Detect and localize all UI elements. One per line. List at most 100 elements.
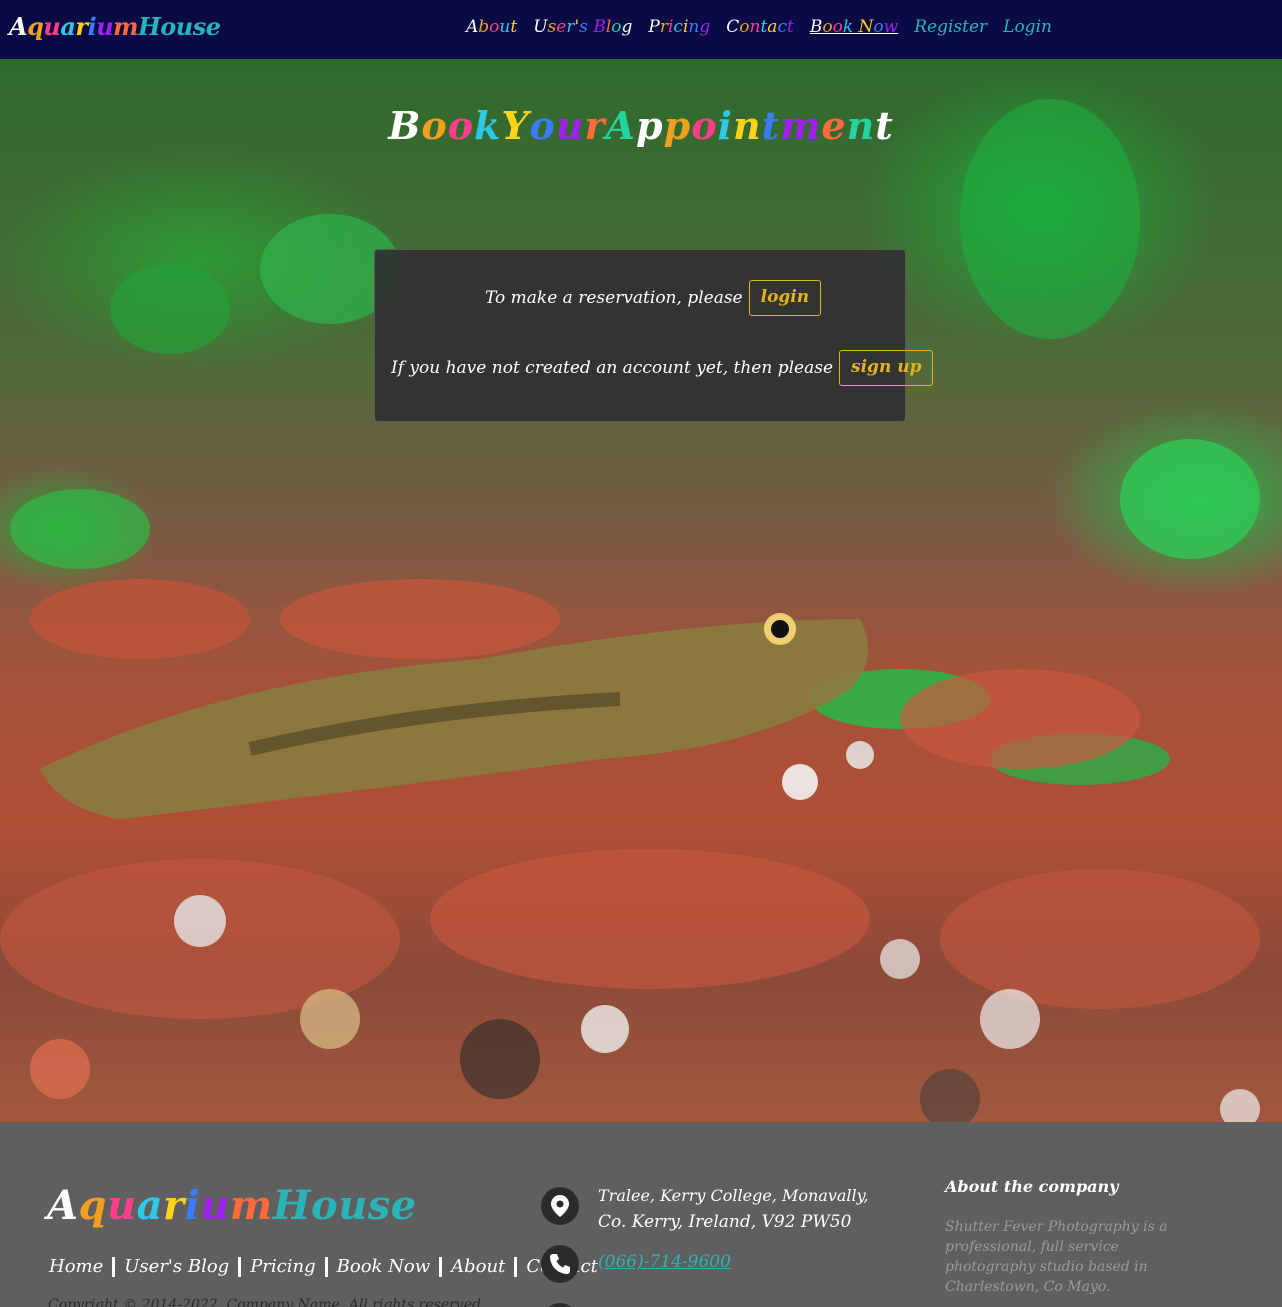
rainbow-letter: m: [780, 103, 822, 148]
brand-logo[interactable]: AquariumHouse: [9, 12, 221, 41]
footer-brand-part2: House: [272, 1182, 417, 1229]
footer-brand-part1: Aquarium: [47, 1182, 273, 1229]
location-pin-icon: [541, 1187, 579, 1225]
address-line2: Co. Kerry, Ireland, V92 PW50: [598, 1212, 852, 1232]
rainbow-letter: B: [388, 103, 422, 148]
rainbow-letter: n: [846, 103, 876, 148]
rainbow-letter: P: [648, 17, 660, 37]
rainbow-letter: g: [699, 17, 711, 37]
rainbow-letter: N: [858, 17, 874, 37]
rainbow-letter: e: [556, 17, 567, 37]
envelope-icon: [541, 1303, 579, 1307]
rainbow-letter: m: [229, 1182, 273, 1229]
rainbow-letter: t: [786, 17, 794, 37]
footer-brand-logo: AquariumHouse: [47, 1182, 417, 1229]
rainbow-letter: n: [732, 103, 762, 148]
rainbow-letter: p: [663, 103, 692, 148]
rainbow-letter: k: [842, 17, 854, 37]
rainbow-letter: o: [739, 17, 750, 37]
footer-separator: [238, 1256, 242, 1277]
rainbow-letter: e: [821, 103, 847, 148]
rainbow-letter: r: [163, 1182, 185, 1229]
hero-background-image: Book Your Appointment To make a reservat…: [0, 59, 1282, 1122]
rainbow-letter: w: [883, 17, 899, 37]
rainbow-letter: o: [529, 103, 556, 148]
footer-links: Home User's Blog Pricing Book Now About …: [49, 1256, 598, 1277]
nav-link-users-blog[interactable]: User's Blog: [533, 17, 632, 37]
phone-number[interactable]: (066)-714-9600: [598, 1252, 731, 1272]
rainbow-letter: A: [9, 12, 28, 41]
rainbow-letter: U: [533, 17, 548, 37]
copyright-text: Copyright © 2014-2022, Company Name. All…: [48, 1297, 486, 1307]
rainbow-letter: c: [673, 17, 683, 37]
rainbow-letter: m: [113, 12, 139, 41]
rainbow-letter: b: [478, 17, 490, 37]
nav-links: About User's Blog Pricing Contact Book N…: [466, 17, 1052, 37]
rainbow-letter: o: [421, 103, 448, 148]
nav-link-about[interactable]: About: [466, 17, 517, 37]
rainbow-letter: i: [717, 103, 733, 148]
about-heading: About the company: [945, 1177, 1119, 1196]
rainbow-letter: s: [547, 17, 557, 37]
rainbow-letter: o: [873, 17, 884, 37]
rainbow-letter: p: [636, 103, 664, 148]
footer-link-users-blog[interactable]: User's Blog: [124, 1256, 229, 1277]
footer-link-pricing[interactable]: Pricing: [250, 1256, 315, 1277]
rainbow-letter: o: [489, 17, 500, 37]
rainbow-letter: a: [136, 1182, 164, 1229]
footer-separator: [324, 1256, 328, 1277]
address: Tralee, Kerry College, Monavally, Co. Ke…: [598, 1183, 869, 1235]
brand-logo-part2: House: [138, 12, 221, 41]
signup-prompt: If you have not created an account yet, …: [391, 358, 834, 378]
rainbow-letter: n: [749, 17, 761, 37]
brand-logo-part1: Aquarium: [9, 12, 139, 41]
footer-separator: [112, 1256, 116, 1277]
rainbow-letter: i: [87, 12, 97, 41]
footer-separator: [514, 1256, 518, 1277]
page-title: Book Your Appointment: [0, 103, 1282, 148]
nav-link-pricing[interactable]: Pricing: [648, 17, 710, 37]
rainbow-letter: n: [688, 17, 700, 37]
rainbow-letter: A: [466, 17, 479, 37]
about-text: Shutter Fever Photography is a professio…: [945, 1219, 1168, 1295]
top-navbar: AquariumHouse About User's Blog Pricing …: [0, 0, 1282, 59]
phone-icon: [541, 1245, 579, 1283]
nav-link-register[interactable]: Register: [914, 17, 987, 37]
rainbow-letter: u: [200, 1182, 230, 1229]
rainbow-letter: a: [60, 12, 76, 41]
address-line1: Tralee, Kerry College, Monavally,: [598, 1186, 869, 1205]
nav-link-book-now[interactable]: Book Now: [810, 17, 898, 37]
footer-link-book-now[interactable]: Book Now: [337, 1256, 431, 1277]
rainbow-letter: u: [43, 12, 61, 41]
rainbow-letter: a: [767, 17, 778, 37]
login-prompt: To make a reservation, please: [485, 288, 743, 308]
rainbow-letter: u: [555, 103, 585, 148]
rainbow-letter: o: [611, 17, 622, 37]
rainbow-letter: q: [78, 1182, 108, 1229]
footer-link-about[interactable]: About: [451, 1256, 505, 1277]
rainbow-letter: t: [875, 103, 894, 148]
rainbow-letter: r: [659, 17, 668, 37]
rainbow-letter: u: [499, 17, 511, 37]
nav-link-contact[interactable]: Contact: [726, 17, 794, 37]
rainbow-letter: o: [691, 103, 718, 148]
rainbow-letter: t: [761, 103, 781, 148]
rainbow-letter: i: [184, 1182, 201, 1229]
aquarium-photo: [0, 99, 1260, 1122]
rainbow-letter: o: [832, 17, 843, 37]
rainbow-letter: C: [726, 17, 740, 37]
rainbow-letter: o: [447, 103, 475, 148]
signup-button[interactable]: sign up: [839, 350, 934, 386]
nav-link-login[interactable]: Login: [1003, 17, 1052, 37]
login-row: To make a reservation, please login: [485, 280, 822, 316]
rainbow-letter: k: [474, 103, 502, 148]
rainbow-letter: r: [75, 12, 88, 41]
rainbow-letter: q: [27, 12, 44, 41]
rainbow-letter: c: [777, 17, 787, 37]
footer-link-home[interactable]: Home: [49, 1256, 103, 1277]
footer: AquariumHouse Home User's Blog Pricing B…: [0, 1122, 1282, 1307]
rainbow-letter: s: [579, 17, 588, 37]
rainbow-letter: u: [96, 12, 114, 41]
signup-row: If you have not created an account yet, …: [391, 350, 934, 386]
login-button[interactable]: login: [748, 280, 822, 316]
